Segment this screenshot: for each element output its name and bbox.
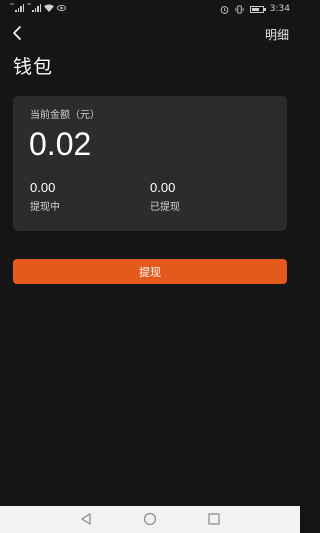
network-type-icon: ⁴⁶ xyxy=(10,3,15,9)
status-time: 3:34 xyxy=(269,4,290,14)
status-left: ⁴⁶ ⁴⁶ xyxy=(10,3,67,12)
eye-icon xyxy=(57,5,67,11)
recents-square-icon[interactable] xyxy=(207,512,221,526)
status-right: 3:34 xyxy=(220,4,290,14)
withdrawn-stat: 0.00 已提现 xyxy=(150,180,180,213)
detail-link[interactable]: 明细 xyxy=(265,26,289,43)
navigation-bar xyxy=(0,506,300,533)
back-triangle-icon[interactable] xyxy=(79,512,93,526)
status-bar: ⁴⁶ ⁴⁶ 3:34 xyxy=(0,0,300,20)
chevron-left-icon[interactable] xyxy=(10,24,26,42)
home-circle-icon[interactable] xyxy=(143,512,157,526)
pending-withdrawal-label: 提现中 xyxy=(30,202,60,213)
pending-withdrawal-amount: 0.00 xyxy=(30,180,56,195)
battery-level xyxy=(251,7,260,11)
vibrate-icon xyxy=(235,4,244,14)
balance-card: 当前金额（元） 0.02 0.00 提现中 0.00 已提现 xyxy=(13,96,287,231)
balance-amount: 0.02 xyxy=(29,126,92,162)
signal-icon xyxy=(15,4,25,12)
alarm-icon xyxy=(220,5,229,14)
withdraw-button[interactable]: 提现 xyxy=(13,259,287,284)
network-type-icon-2: ⁴⁶ xyxy=(27,3,32,9)
page-title: 钱包 xyxy=(13,56,54,78)
withdrawn-label: 已提现 xyxy=(150,202,180,213)
signal-icon-2 xyxy=(32,4,42,12)
pending-withdrawal-stat: 0.00 提现中 xyxy=(30,180,60,213)
battery-icon xyxy=(249,5,266,13)
balance-label: 当前金额（元） xyxy=(30,110,100,121)
wallet-screen: ⁴⁶ ⁴⁶ 3:34 明细 钱包 当前金额（元） 0.02 0.00 提现中 0… xyxy=(0,0,300,533)
withdrawn-amount: 0.00 xyxy=(150,180,176,195)
wifi-icon xyxy=(44,4,55,12)
